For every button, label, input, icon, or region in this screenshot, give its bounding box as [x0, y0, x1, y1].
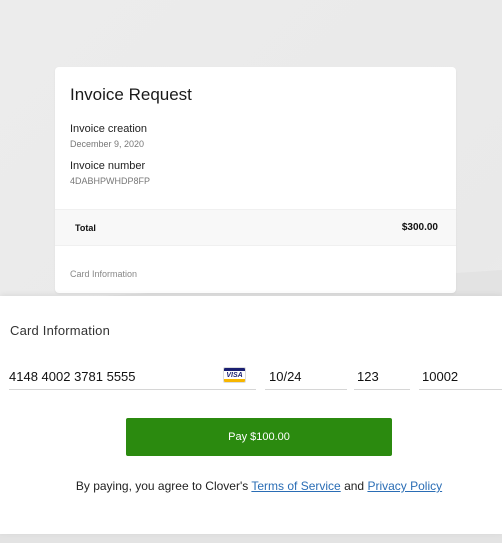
- terms-of-service-link[interactable]: Terms of Service: [251, 479, 340, 493]
- privacy-policy-link[interactable]: Privacy Policy: [367, 479, 442, 493]
- expiry-field[interactable]: 10/24: [265, 360, 347, 390]
- invoice-creation-label: Invoice creation: [70, 123, 148, 135]
- card-information-heading: Card Information: [10, 323, 111, 338]
- legal-prefix: By paying, you agree to Clover's: [75, 479, 252, 493]
- invoice-card: Invoice Request Invoice creation Decembe…: [55, 67, 456, 293]
- invoice-creation-date: December 9, 2020: [70, 139, 145, 149]
- legal-text: By paying, you agree to Clover's Terms o…: [0, 477, 502, 496]
- page-background: Invoice Request Invoice creation Decembe…: [0, 0, 502, 543]
- card-number-field[interactable]: 4148 4002 3781 5555: [9, 360, 256, 390]
- card-info-section-label: Card Information: [70, 269, 138, 279]
- visa-stripe-bottom: [224, 379, 245, 382]
- total-value: $300.00: [401, 222, 438, 233]
- invoice-number-label: Invoice number: [70, 160, 146, 172]
- invoice-title: Invoice Request: [70, 85, 192, 104]
- cvv-field[interactable]: 123: [354, 360, 410, 390]
- total-row: Total $300.00: [55, 209, 456, 246]
- visa-card-icon: VISA: [223, 367, 246, 383]
- total-label: Total: [75, 223, 96, 233]
- legal-and: and: [340, 479, 368, 493]
- pay-button[interactable]: Pay $100.00: [126, 418, 392, 456]
- payment-sheet: Card Information 4148 4002 3781 5555 VIS…: [0, 296, 502, 534]
- invoice-number-value: 4DABHPWHDP8FP: [70, 176, 151, 186]
- zip-field[interactable]: 10002: [419, 360, 502, 390]
